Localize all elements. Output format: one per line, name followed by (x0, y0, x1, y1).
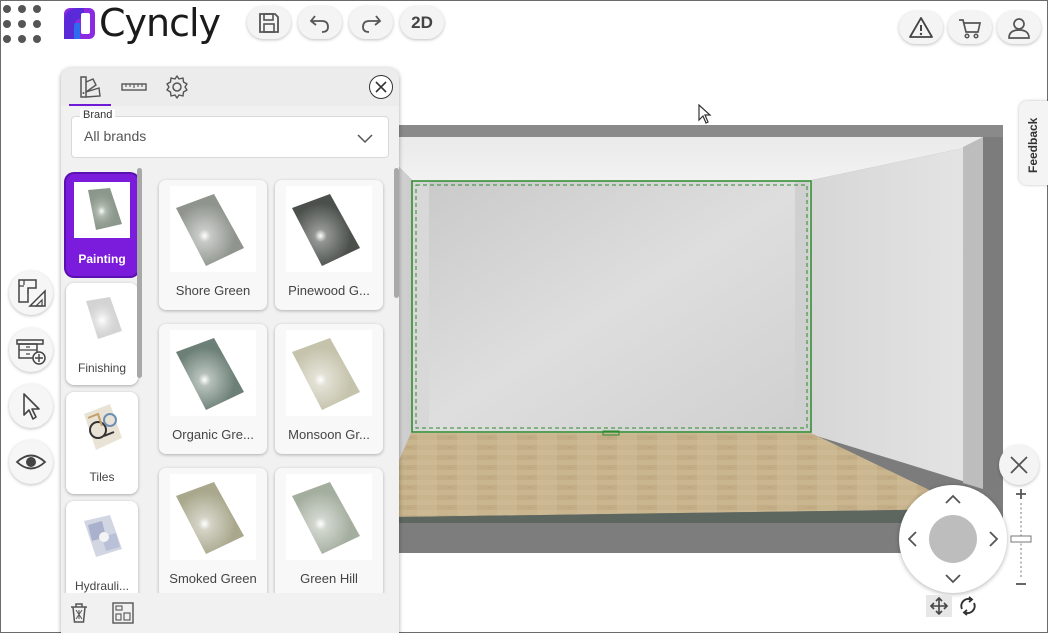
user-icon (1008, 17, 1030, 39)
material-card[interactable]: Smoked Green (159, 468, 267, 598)
feedback-tab[interactable]: Feedback (1019, 101, 1048, 185)
app-launcher-icon[interactable] (3, 5, 43, 45)
pan-mode-button[interactable] (926, 595, 952, 617)
zoom-slider[interactable] (1009, 487, 1033, 591)
trash-icon[interactable] (67, 601, 91, 625)
close-view-button[interactable] (999, 445, 1039, 485)
floorplan-ruler-icon (18, 279, 46, 307)
materials-panel: Brand All brands Painting Finishing Tile… (61, 68, 399, 633)
cart-button[interactable] (948, 11, 992, 44)
redo-icon (362, 14, 382, 33)
mouse-cursor-icon (698, 104, 712, 124)
rotate-icon (960, 596, 976, 616)
material-card[interactable]: Organic Gre... (159, 324, 267, 454)
material-label: Smoked Green (169, 571, 257, 586)
user-account-button[interactable] (997, 11, 1041, 44)
category-label: Painting (78, 252, 126, 266)
category-label: Tiles (89, 470, 115, 484)
save-icon (259, 12, 279, 33)
chevron-left-icon[interactable] (902, 529, 922, 549)
paint-swatch-icon (80, 76, 101, 98)
ruler-icon (121, 83, 147, 91)
layout-plan-icon[interactable] (111, 601, 135, 625)
close-icon (1010, 456, 1028, 474)
brand-name: Cyncly (99, 1, 221, 45)
category-list: Painting Finishing Tiles Hydrauli... (61, 168, 141, 603)
select-tool-button[interactable] (9, 384, 53, 428)
floorplan-tool-button[interactable] (9, 271, 53, 315)
hydraulic-tile-thumbnail (74, 509, 130, 565)
tab-materials[interactable] (75, 72, 105, 102)
view-2d-label: 2D (411, 12, 433, 32)
material-card[interactable]: Green Hill (275, 468, 383, 598)
view-2d-button[interactable]: 2D (400, 6, 444, 39)
camera-joystick[interactable] (929, 515, 977, 563)
material-card[interactable]: Pinewood G... (275, 180, 383, 310)
panel-tab-bar (61, 68, 399, 106)
brand-logo: Cyncly (64, 1, 221, 45)
material-label: Pinewood G... (288, 283, 370, 298)
save-button[interactable] (247, 6, 291, 39)
3d-room-viewport[interactable] (397, 125, 1003, 553)
category-finishing[interactable]: Finishing (66, 283, 138, 385)
category-scrollbar[interactable] (137, 168, 142, 378)
chevron-right-icon[interactable] (984, 529, 1004, 549)
material-swatch (286, 186, 372, 272)
material-label: Shore Green (175, 283, 251, 298)
undo-button[interactable] (298, 6, 342, 39)
undo-icon (309, 14, 329, 33)
view-visibility-button[interactable] (9, 440, 53, 484)
material-label: Monsoon Gr... (288, 427, 370, 442)
add-furniture-button[interactable] (9, 328, 53, 372)
chevron-down-icon[interactable] (943, 569, 963, 589)
move-arrows-icon (930, 597, 948, 615)
brand-filter-value: All brands (84, 128, 147, 144)
tab-measure[interactable] (119, 72, 149, 102)
finishing-thumbnail (74, 291, 130, 347)
add-furniture-icon (16, 339, 46, 365)
category-label: Finishing (77, 361, 127, 375)
brand-filter-select[interactable]: Brand All brands (71, 109, 389, 158)
material-swatch (286, 474, 372, 560)
material-label: Organic Gre... (172, 427, 254, 442)
painting-thumbnail (74, 182, 130, 238)
orbit-mode-button[interactable] (955, 595, 981, 617)
brand-filter-legend: Brand (80, 109, 116, 121)
tiles-thumbnail (74, 400, 130, 456)
gear-icon (166, 75, 188, 99)
close-panel-button[interactable] (369, 75, 393, 99)
panel-footer (61, 593, 399, 633)
material-swatch (170, 330, 256, 416)
close-icon (375, 81, 387, 93)
active-tab-indicator (69, 104, 111, 106)
warning-icon (909, 16, 933, 38)
shopping-cart-icon (959, 18, 982, 39)
redo-button[interactable] (349, 6, 393, 39)
material-swatch (170, 186, 256, 272)
material-card[interactable]: Shore Green (159, 180, 267, 310)
category-tiles[interactable]: Tiles (66, 392, 138, 494)
material-label: Green Hill (300, 571, 358, 586)
materials-scrollbar[interactable] (394, 168, 399, 298)
category-painting[interactable]: Painting (66, 174, 138, 276)
material-swatch (170, 474, 256, 560)
pointer-arrow-icon (23, 393, 40, 420)
eye-icon (15, 454, 47, 470)
material-swatch (286, 330, 372, 416)
category-hydraulic[interactable]: Hydrauli... (66, 501, 138, 603)
tab-settings[interactable] (162, 72, 192, 102)
feedback-label: Feedback (1026, 117, 1040, 173)
warnings-button[interactable] (899, 11, 943, 44)
chevron-up-icon[interactable] (943, 489, 963, 509)
cyncly-logo-icon (64, 7, 95, 39)
material-card[interactable]: Monsoon Gr... (275, 324, 383, 454)
category-label: Hydrauli... (74, 579, 130, 593)
chevron-down-icon (357, 134, 373, 144)
camera-navigation-pad (899, 485, 1007, 593)
